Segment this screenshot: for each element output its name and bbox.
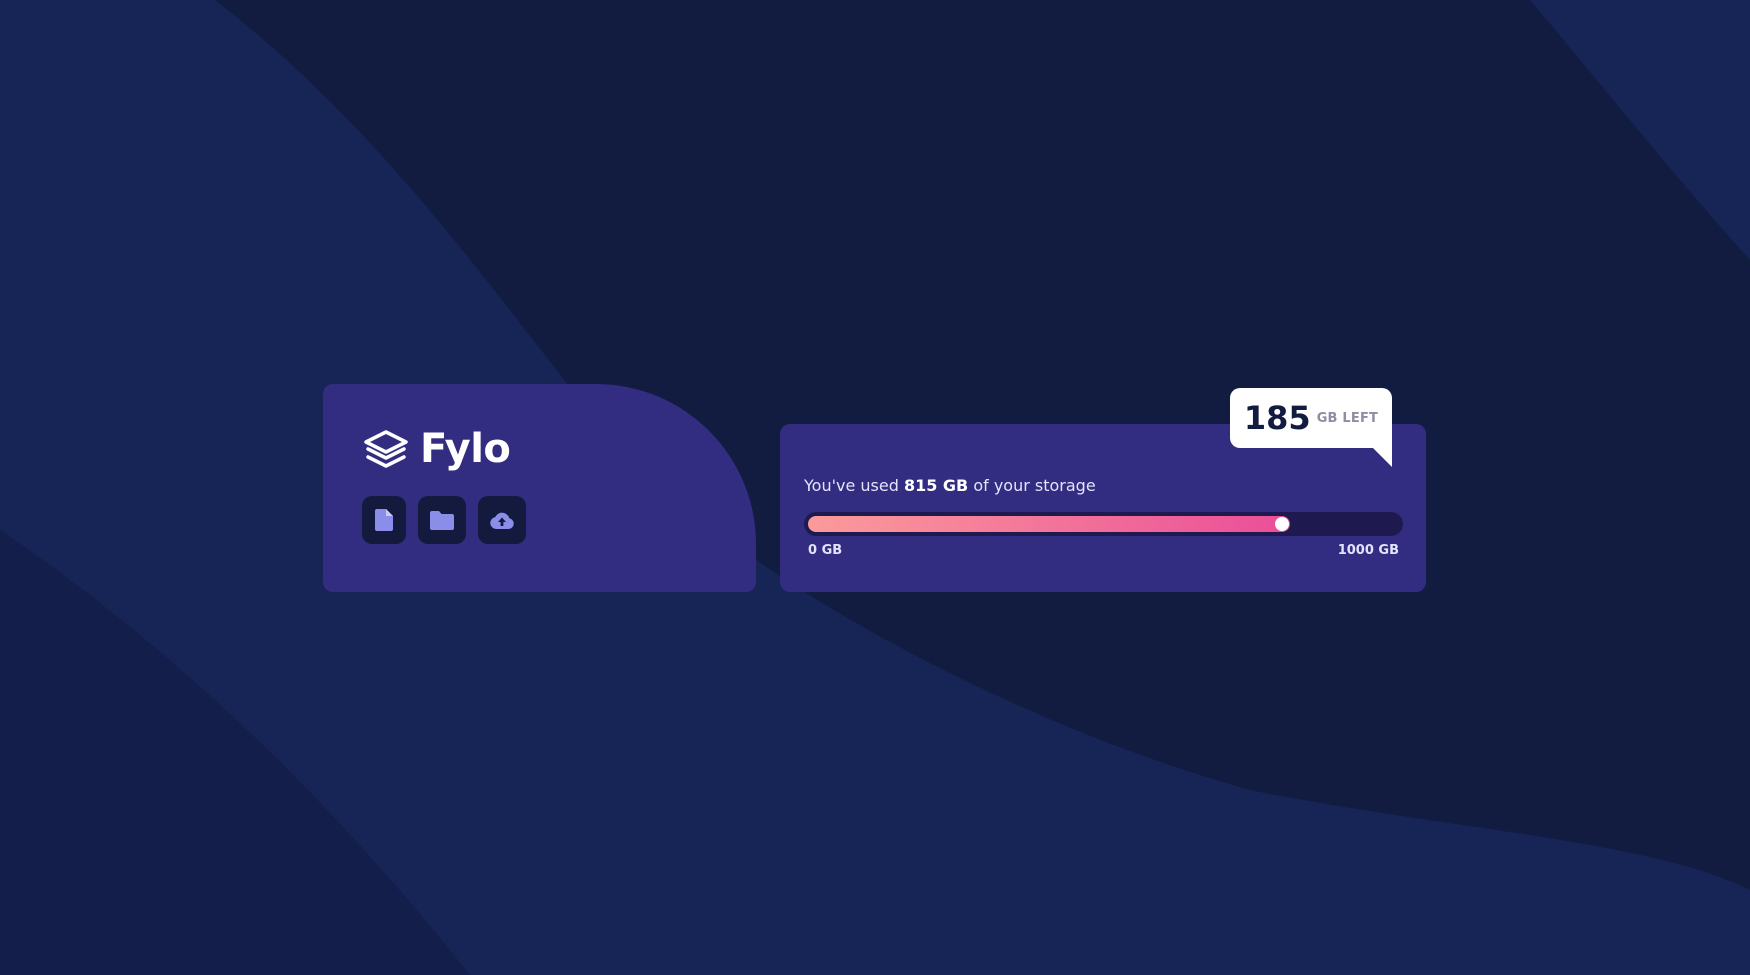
usage-suffix: of your storage [968, 476, 1096, 495]
remaining-value: 185 [1243, 399, 1311, 437]
document-icon [375, 509, 393, 531]
scale-max-label: 1000 GB [1337, 543, 1399, 558]
brand-name: Fylo [420, 426, 511, 472]
folder-icon [430, 510, 454, 530]
storage-progress-fill [808, 516, 1290, 532]
usage-prefix: You've used [804, 476, 904, 495]
brand: Fylo [362, 426, 511, 472]
layers-icon [364, 430, 408, 468]
storage-progress-thumb [1275, 517, 1289, 531]
remaining-unit: GB LEFT [1316, 410, 1379, 426]
action-buttons [362, 496, 538, 544]
scale-min-label: 0 GB [808, 543, 843, 558]
folder-button[interactable] [418, 496, 466, 544]
document-button[interactable] [362, 496, 406, 544]
cloud-upload-icon [490, 512, 514, 529]
storage-card: You've used 815 GB of your storage 0 GB … [780, 424, 1426, 592]
storage-progress-bar [804, 512, 1403, 536]
usage-amount: 815 GB [903, 476, 969, 495]
upload-button[interactable] [478, 496, 526, 544]
remaining-callout: 185 GB LEFT [1230, 388, 1392, 448]
usage-text: You've used 815 GB of your storage [804, 476, 1096, 495]
logo-card: Fylo [323, 384, 756, 592]
